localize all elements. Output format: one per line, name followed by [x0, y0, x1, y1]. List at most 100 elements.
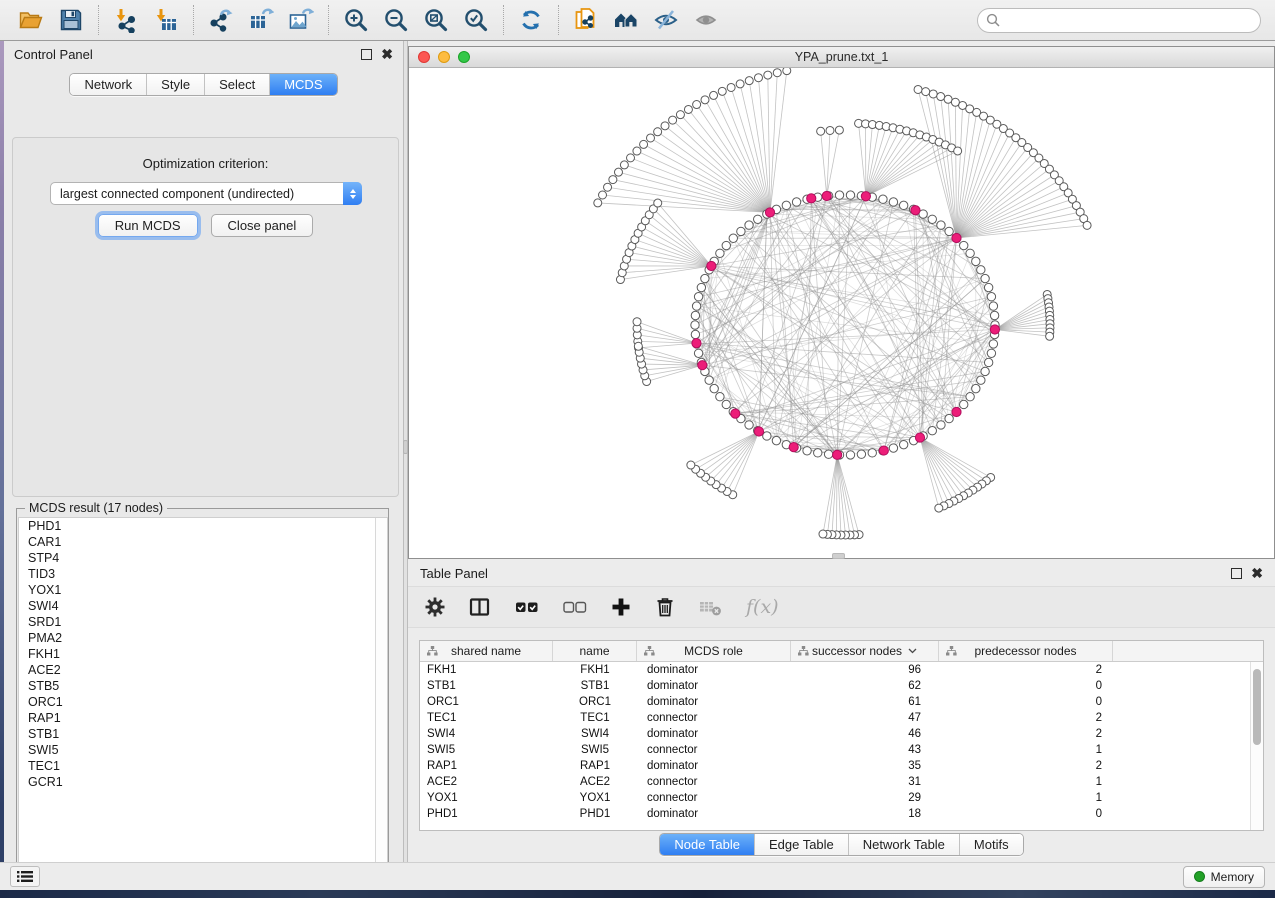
show-all-button[interactable]	[689, 4, 723, 36]
network-node[interactable]	[984, 358, 992, 366]
export-network-button[interactable]	[204, 4, 238, 36]
memory-button[interactable]: Memory	[1183, 866, 1265, 888]
leaf-node[interactable]	[609, 176, 617, 184]
column-visibility-button[interactable]	[468, 596, 492, 618]
zoom-out-button[interactable]	[379, 4, 413, 36]
save-session-button[interactable]	[54, 4, 88, 36]
network-node[interactable]	[694, 349, 702, 357]
mcds-hub-node[interactable]	[754, 427, 763, 436]
mcds-hub-node[interactable]	[990, 325, 999, 334]
network-window-titlebar[interactable]: YPA_prune.txt_1	[409, 47, 1274, 68]
network-node[interactable]	[846, 451, 854, 459]
leaf-node[interactable]	[819, 530, 827, 538]
leaf-node[interactable]	[676, 111, 684, 119]
delete-columns-button[interactable]	[654, 596, 676, 618]
tab-node-table[interactable]: Node Table	[660, 834, 755, 855]
network-node[interactable]	[691, 330, 699, 338]
network-node[interactable]	[928, 215, 936, 223]
leaf-node[interactable]	[661, 122, 669, 130]
leaf-node[interactable]	[640, 140, 648, 148]
network-node[interactable]	[824, 450, 832, 458]
leaf-node[interactable]	[935, 504, 943, 512]
refresh-view-button[interactable]	[514, 4, 548, 36]
horizontal-splitter-handle[interactable]	[832, 553, 845, 559]
leaf-node[interactable]	[1083, 221, 1091, 229]
network-node[interactable]	[772, 436, 780, 444]
mcds-hub-node[interactable]	[807, 194, 816, 203]
mcds-result-item[interactable]: SWI5	[19, 742, 387, 758]
leaf-node[interactable]	[764, 71, 772, 79]
network-node[interactable]	[960, 400, 968, 408]
mcds-result-item[interactable]: ACE2	[19, 662, 387, 678]
criterion-dropdown[interactable]: largest connected component (undirected)	[50, 182, 362, 205]
tab-network-table[interactable]: Network Table	[849, 834, 960, 855]
column-header-predecessor-nodes[interactable]: predecessor nodes	[939, 641, 1113, 661]
table-settings-button[interactable]	[424, 596, 446, 618]
leaf-node[interactable]	[745, 77, 753, 85]
leaf-node[interactable]	[817, 127, 825, 135]
leaf-node[interactable]	[783, 68, 791, 75]
mcds-hub-node[interactable]	[911, 206, 920, 215]
network-node[interactable]	[729, 234, 737, 242]
network-node[interactable]	[937, 221, 945, 229]
mcds-hub-node[interactable]	[915, 433, 924, 442]
network-node[interactable]	[899, 440, 907, 448]
leaf-node[interactable]	[620, 161, 628, 169]
network-node[interactable]	[889, 198, 897, 206]
mcds-result-list[interactable]: PHD1CAR1STP4TID3YOX1SWI4SRD1PMA2FKH1ACE2…	[18, 517, 388, 878]
mcds-hub-node[interactable]	[879, 446, 888, 455]
close-table-panel-icon[interactable]: ✖	[1251, 568, 1263, 579]
network-node[interactable]	[722, 241, 730, 249]
network-node[interactable]	[977, 266, 985, 274]
mcds-result-item[interactable]: STP4	[19, 550, 387, 566]
tab-mcds[interactable]: MCDS	[270, 74, 336, 95]
leaf-node[interactable]	[646, 134, 654, 142]
mcds-list-scrollbar[interactable]	[375, 518, 387, 877]
deselect-all-rows-button[interactable]	[562, 596, 588, 618]
network-node[interactable]	[987, 293, 995, 301]
network-node[interactable]	[966, 249, 974, 257]
mcds-result-item[interactable]: TEC1	[19, 758, 387, 774]
network-node[interactable]	[945, 414, 953, 422]
leaf-node[interactable]	[654, 128, 662, 136]
zoom-selected-button[interactable]	[459, 4, 493, 36]
network-node[interactable]	[899, 201, 907, 209]
network-node[interactable]	[981, 367, 989, 375]
network-node[interactable]	[879, 195, 887, 203]
leaf-node[interactable]	[710, 91, 718, 99]
column-header-name[interactable]: name	[553, 641, 637, 661]
export-table-button[interactable]	[244, 4, 278, 36]
leaf-node[interactable]	[754, 74, 762, 82]
leaf-node[interactable]	[701, 96, 709, 104]
zoom-in-button[interactable]	[339, 4, 373, 36]
task-history-button[interactable]	[10, 866, 40, 887]
network-node[interactable]	[972, 384, 980, 392]
leaf-node[interactable]	[922, 88, 930, 96]
search-field[interactable]	[977, 8, 1261, 33]
network-node[interactable]	[716, 249, 724, 257]
network-node[interactable]	[710, 384, 718, 392]
leaf-node[interactable]	[654, 199, 662, 207]
network-node[interactable]	[846, 191, 854, 199]
network-node[interactable]	[989, 340, 997, 348]
network-node[interactable]	[803, 447, 811, 455]
leaf-node[interactable]	[718, 87, 726, 95]
table-row[interactable]: PHD1PHD1dominator180	[420, 806, 1250, 822]
tab-select[interactable]: Select	[205, 74, 270, 95]
add-column-button[interactable]	[610, 596, 632, 618]
network-node[interactable]	[705, 376, 713, 384]
leaf-node[interactable]	[684, 105, 692, 113]
table-row[interactable]: FKH1FKH1dominator962	[420, 662, 1250, 678]
import-network-button[interactable]	[109, 4, 143, 36]
search-input[interactable]	[1005, 13, 1252, 27]
leaf-node[interactable]	[693, 101, 701, 109]
mcds-result-item[interactable]: ORC1	[19, 694, 387, 710]
network-node[interactable]	[694, 293, 702, 301]
mcds-hub-node[interactable]	[731, 409, 740, 418]
mcds-hub-node[interactable]	[789, 443, 798, 452]
leaf-node[interactable]	[633, 147, 641, 155]
run-mcds-button[interactable]: Run MCDS	[98, 214, 198, 237]
leaf-node[interactable]	[1046, 332, 1054, 340]
network-node[interactable]	[745, 421, 753, 429]
mcds-hub-node[interactable]	[692, 338, 701, 347]
